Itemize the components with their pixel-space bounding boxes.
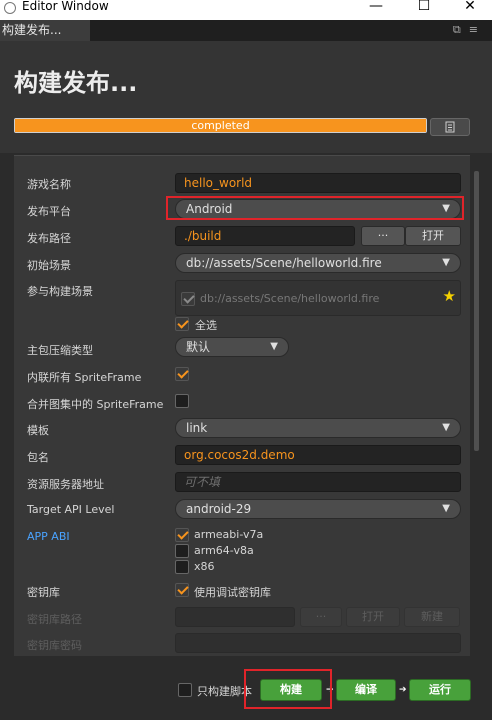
tab-build[interactable]: 构建发布... <box>0 20 90 41</box>
keystore-path-label: 密钥库路径 <box>27 613 82 626</box>
compression-select[interactable]: 默认 ▼ <box>175 337 289 357</box>
build-script-only-checkbox[interactable] <box>178 683 192 697</box>
scenes-label: 参与构建场景 <box>27 285 93 298</box>
scene-list: db://assets/Scene/helloworld.fire ★ <box>175 280 461 316</box>
resource-server-label: 资源服务器地址 <box>27 478 104 491</box>
select-all-checkbox[interactable] <box>175 317 189 331</box>
build-path-label: 发布路径 <box>27 232 71 245</box>
package-name-label: 包名 <box>27 451 49 464</box>
target-api-select[interactable]: android-29 ▼ <box>175 499 461 519</box>
keystore-browse-button[interactable]: ··· <box>300 607 342 627</box>
abi-arm64-v8a-checkbox[interactable] <box>175 544 189 558</box>
build-path-open-button[interactable]: 打开 <box>405 226 461 246</box>
compression-value: 默认 <box>186 340 211 354</box>
game-name-input[interactable]: hello_world <box>175 173 461 193</box>
keystore-path-input[interactable] <box>175 607 295 627</box>
progress-status: completed <box>191 119 250 132</box>
target-api-label: Target API Level <box>27 503 115 516</box>
build-path-input[interactable]: ./build <box>175 226 355 246</box>
game-name-label: 游戏名称 <box>27 178 71 191</box>
abi-armeabi-v7a-label: armeabi-v7a <box>194 528 264 541</box>
abi-armeabi-v7a-checkbox[interactable] <box>175 528 189 542</box>
merge-spriteframe-checkbox[interactable] <box>175 394 189 408</box>
template-select[interactable]: link ▼ <box>175 418 461 438</box>
start-scene-value: db://assets/Scene/helloworld.fire <box>186 256 382 270</box>
tab-menu-icon[interactable]: ⧉≡ <box>453 23 486 37</box>
inline-spriteframe-checkbox[interactable] <box>175 367 189 381</box>
app-icon <box>4 2 16 14</box>
merge-spriteframe-label: 合并图集中的 SpriteFrame <box>27 398 164 411</box>
start-scene-label: 初始场景 <box>27 259 71 272</box>
app-abi-label[interactable]: APP ABI <box>27 530 70 543</box>
build-header: 构建发布... completed <box>0 41 492 153</box>
dropdown-arrow-icon: ▼ <box>442 257 450 268</box>
build-progress-bar: completed <box>14 118 427 133</box>
keystore-label: 密钥库 <box>27 586 60 599</box>
open-folder-button[interactable] <box>430 118 470 136</box>
compile-button[interactable]: 编译 <box>336 679 396 701</box>
arrow-right-icon: ➔ <box>399 685 407 695</box>
scrollbar[interactable] <box>474 171 479 451</box>
window-titlebar: Editor Window — ☐ ✕ <box>0 0 492 20</box>
maximize-button[interactable]: ☐ <box>409 0 439 18</box>
abi-x86-checkbox[interactable] <box>175 560 189 574</box>
debug-keystore-checkbox[interactable] <box>175 583 189 597</box>
platform-label: 发布平台 <box>27 205 71 218</box>
minimize-button[interactable]: — <box>361 0 391 18</box>
scene-checkbox[interactable] <box>181 292 195 306</box>
page-title: 构建发布... <box>14 69 138 97</box>
abi-arm64-v8a-label: arm64-v8a <box>194 544 254 557</box>
keystore-new-button[interactable]: 新建 <box>404 607 460 627</box>
scene-item-label: db://assets/Scene/helloworld.fire <box>200 292 380 305</box>
select-all-label: 全选 <box>195 319 217 332</box>
keystore-password-input[interactable] <box>175 633 461 653</box>
template-value: link <box>186 421 208 435</box>
keystore-open-button[interactable]: 打开 <box>346 607 400 627</box>
build-path-browse-button[interactable]: ··· <box>361 226 405 246</box>
dropdown-arrow-icon: ▼ <box>442 422 450 433</box>
close-button[interactable]: ✕ <box>455 0 485 18</box>
star-icon: ★ <box>442 287 456 305</box>
build-settings-panel: 游戏名称 hello_world 发布平台 Android ▼ 发布路径 ./b… <box>14 155 470 656</box>
abi-x86-label: x86 <box>194 560 215 573</box>
build-button-highlight <box>244 669 332 709</box>
target-api-value: android-29 <box>186 502 252 516</box>
document-icon <box>445 121 455 133</box>
compression-label: 主包压缩类型 <box>27 344 93 357</box>
inline-spriteframe-label: 内联所有 SpriteFrame <box>27 371 142 384</box>
keystore-password-label: 密钥库密码 <box>27 639 82 652</box>
template-label: 模板 <box>27 424 49 437</box>
debug-keystore-label: 使用调试密钥库 <box>194 586 271 599</box>
build-footer: 只构建脚本 构建 ➔ 编译 ➔ 运行 <box>0 656 492 720</box>
platform-highlight <box>166 196 464 220</box>
dropdown-arrow-icon: ▼ <box>270 341 278 352</box>
resource-server-input[interactable]: 可不填 <box>175 472 461 492</box>
window-title: Editor Window <box>22 0 109 13</box>
dropdown-arrow-icon: ▼ <box>442 503 450 514</box>
tab-bar: 构建发布... ⧉≡ <box>0 20 492 41</box>
start-scene-select[interactable]: db://assets/Scene/helloworld.fire ▼ <box>175 253 461 273</box>
package-name-input[interactable]: org.cocos2d.demo <box>175 445 461 465</box>
run-button[interactable]: 运行 <box>409 679 471 701</box>
